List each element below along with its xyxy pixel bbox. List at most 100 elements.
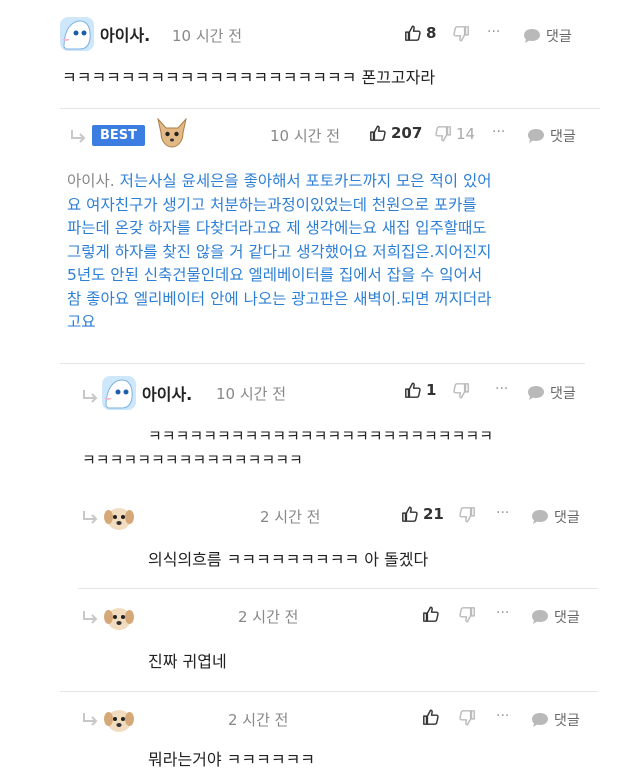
- more-icon[interactable]: ···: [496, 605, 509, 621]
- thumbs-up-icon: [404, 381, 422, 399]
- divider: [78, 588, 598, 589]
- comment-line: 그렇게 하자를 찾진 않을 거 같다고 생각했어요 저희집은.지어진지: [67, 242, 492, 261]
- like-count: 8: [426, 24, 437, 42]
- timestamp: 10 시간 전: [270, 127, 341, 145]
- comment-line: ㅋㅋㅋㅋㅋㅋㅋㅋㅋㅋㅋㅋㅋㅋㅋㅋㅋㅋㅋㅋㅋㅋㅋㅋㅋ: [148, 427, 494, 445]
- reply-button[interactable]: 댓글: [526, 126, 576, 146]
- timestamp: 10 시간 전: [172, 27, 243, 45]
- comment-text: 의식의흐름 ㅋㅋㅋㅋㅋㅋㅋㅋㅋ 아 돌겠다: [148, 550, 429, 569]
- nickname[interactable]: 아이사.: [100, 22, 150, 46]
- reply-arrow-icon: [68, 129, 88, 145]
- like-button[interactable]: [422, 708, 440, 726]
- dislike-button[interactable]: 14: [434, 125, 475, 143]
- more-label: ···: [496, 708, 510, 724]
- speech-bubble-icon: [530, 608, 550, 626]
- reply-button[interactable]: 댓글: [530, 507, 580, 527]
- comment-header: 아이사.: [102, 376, 192, 410]
- reply-label: 댓글: [554, 510, 580, 526]
- thumbs-down-icon: [458, 506, 476, 524]
- reply-arrow-icon: [80, 510, 100, 526]
- reply-label: 댓글: [554, 713, 580, 729]
- speech-bubble-icon: [522, 27, 542, 45]
- dislike-button[interactable]: [458, 606, 476, 624]
- reply-button[interactable]: 댓글: [530, 710, 580, 730]
- comment-line: 요 여자친구가 생기고 처분하는과정이있었는데 천원으로 포카를: [67, 195, 477, 214]
- more-icon[interactable]: ···: [495, 381, 508, 397]
- comment-line: 파는데 온갖 하자를 다찾더라고요 제 생각에는요 새집 입주할때도: [67, 219, 487, 237]
- dislike-button[interactable]: [458, 506, 476, 524]
- avatar-dog-icon[interactable]: [102, 500, 136, 534]
- like-count: 21: [423, 505, 444, 523]
- more-icon[interactable]: ···: [496, 505, 509, 521]
- comment-text: ㅋㅋㅋㅋㅋㅋㅋㅋㅋㅋㅋㅋㅋㅋㅋㅋㅋㅋㅋㅋ 폰끄고자라: [62, 68, 436, 87]
- reply-label: 댓글: [550, 129, 576, 145]
- reply-arrow-icon: [80, 610, 100, 626]
- avatar-dog-icon[interactable]: [102, 702, 136, 736]
- avatar-cartoon-icon[interactable]: [102, 376, 136, 410]
- speech-bubble-icon: [526, 384, 546, 402]
- reply-button[interactable]: 댓글: [526, 383, 576, 403]
- avatar-dog-icon[interactable]: [102, 600, 136, 634]
- more-label: ···: [492, 124, 506, 140]
- thumbs-down-icon: [434, 125, 452, 143]
- divider: [60, 108, 600, 109]
- divider: [60, 363, 585, 364]
- comment-text: 뭐라는거야 ㅋㅋㅋㅋㅋㅋ: [148, 750, 316, 769]
- reply-button[interactable]: 댓글: [530, 607, 580, 627]
- comment-5: 2 시간 전 ··· 댓글 진짜 귀엽네: [0, 592, 640, 688]
- reply-arrow-icon: [80, 712, 100, 728]
- speech-bubble-icon: [530, 508, 550, 526]
- comment-line: 참 좋아요 엘리베이터 안에 나오는 광고판은 새벽이.되면 꺼지더라: [67, 289, 492, 308]
- speech-bubble-icon: [530, 711, 550, 729]
- best-badge: BEST: [92, 125, 146, 146]
- timestamp: 2 시간 전: [238, 608, 299, 626]
- nickname[interactable]: 아이사.: [142, 381, 192, 405]
- comment-6: 2 시간 전 ··· 댓글 뭐라는거야 ㅋㅋㅋㅋㅋㅋ: [0, 694, 640, 783]
- like-button[interactable]: [422, 605, 440, 623]
- avatar-cat-icon[interactable]: [155, 116, 189, 150]
- dislike-button[interactable]: [452, 382, 470, 400]
- reply-label: 댓글: [550, 386, 576, 402]
- more-label: ···: [487, 24, 501, 40]
- comment-line: 아이사. 저는사실 윤세은을 좋아해서 포토카드까지 모은 적이 있어: [67, 170, 587, 194]
- dislike-button[interactable]: [458, 709, 476, 727]
- comment-text: 진짜 귀엽네: [148, 652, 227, 671]
- reply-label: 댓글: [546, 29, 572, 45]
- comment-line-text: 저는사실 윤세은을 좋아해서 포토카드까지 모은 적이 있어: [119, 172, 492, 190]
- more-icon[interactable]: ···: [487, 24, 500, 40]
- thumbs-up-icon: [422, 605, 440, 623]
- more-icon[interactable]: ···: [492, 124, 505, 140]
- timestamp: 2 시간 전: [260, 508, 321, 526]
- comment-1: 아이사. 10 시간 전 8 ··· 댓글 ㅋㅋㅋㅋㅋㅋㅋㅋㅋㅋㅋㅋㅋㅋㅋㅋㅋㅋ…: [0, 0, 640, 104]
- comment-line: 5년도 안된 신축건물인데요 엘레베이터를 집에서 잡을 수 잌어서: [67, 266, 483, 284]
- more-label: ···: [496, 505, 510, 521]
- avatar-cartoon-icon[interactable]: [60, 17, 94, 51]
- mention[interactable]: 아이사.: [67, 172, 115, 190]
- thumbs-up-icon: [404, 24, 422, 42]
- timestamp: 10 시간 전: [216, 385, 287, 403]
- thumbs-up-icon: [401, 505, 419, 523]
- thumbs-down-icon: [458, 606, 476, 624]
- dislike-button[interactable]: [452, 25, 470, 43]
- more-icon[interactable]: ···: [496, 708, 509, 724]
- reply-button[interactable]: 댓글: [522, 26, 572, 46]
- reply-arrow-icon: [80, 389, 100, 405]
- speech-bubble-icon: [526, 127, 546, 145]
- more-label: ···: [496, 605, 510, 621]
- timestamp: 2 시간 전: [228, 711, 289, 729]
- reply-label: 댓글: [554, 610, 580, 626]
- comment-line: ㅋㅋㅋㅋㅋㅋㅋㅋㅋㅋㅋㅋㅋㅋㅋㅋ: [82, 451, 303, 469]
- comment-best: BEST 10 시간 전 207 14 ··· 댓글 아이사. 저는사실 윤세은…: [0, 110, 640, 360]
- comment-3: 아이사. 10 시간 전 1 ··· 댓글 ㅋㅋㅋㅋㅋㅋㅋㅋㅋㅋㅋㅋㅋㅋㅋㅋㅋㅋ…: [0, 366, 640, 478]
- comment-line: 고요: [67, 313, 96, 331]
- thumbs-down-icon: [452, 382, 470, 400]
- like-button[interactable]: 207: [369, 124, 422, 142]
- comment-header: 아이사.: [60, 17, 150, 51]
- thumbs-up-icon: [369, 124, 387, 142]
- like-button[interactable]: 21: [401, 505, 444, 523]
- like-button[interactable]: 8: [404, 24, 436, 42]
- dislike-count: 14: [456, 125, 476, 143]
- more-label: ···: [495, 381, 509, 397]
- like-count: 1: [426, 381, 437, 399]
- like-button[interactable]: 1: [404, 381, 436, 399]
